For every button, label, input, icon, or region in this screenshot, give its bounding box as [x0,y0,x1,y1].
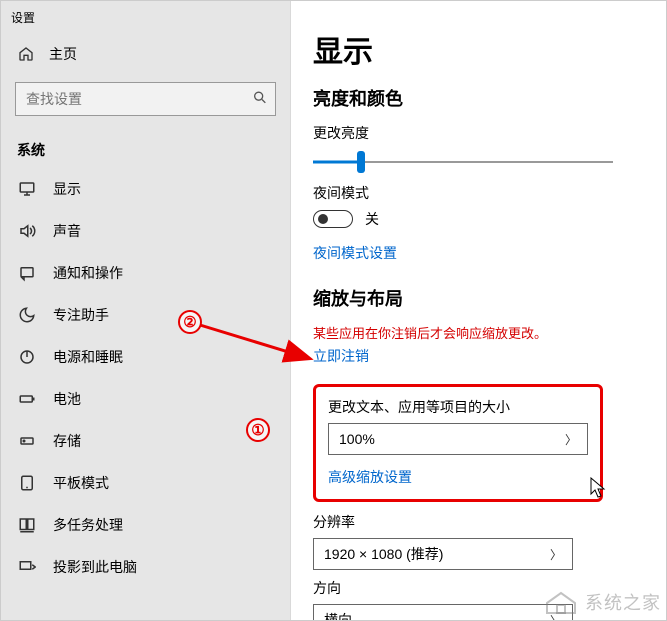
advanced-scale-link[interactable]: 高级缩放设置 [328,467,412,487]
sidebar-item-project[interactable]: 投影到此电脑 [1,546,290,588]
multitask-icon [17,516,37,534]
orientation-label: 方向 [313,578,644,598]
moon-icon [17,306,37,324]
window-title: 设置 [1,5,290,34]
sidebar-item-battery[interactable]: 电池 [1,378,290,420]
home-icon [17,46,35,62]
sidebar-item-tablet[interactable]: 平板模式 [1,462,290,504]
scale-warning-text: 某些应用在你注销后才会响应缩放更改。 [313,323,644,342]
sidebar-item-power[interactable]: 电源和睡眠 [1,336,290,378]
logout-link[interactable]: 立即注销 [313,346,369,366]
scale-label: 更改文本、应用等项目的大小 [328,397,588,417]
chevron-down-icon: 〉 [550,612,562,621]
monitor-icon [17,180,37,198]
sidebar-item-label: 声音 [53,221,81,241]
scale-value: 100% [339,431,375,447]
toggle-knob [318,214,328,224]
storage-icon [17,432,37,450]
sidebar-item-label: 存储 [53,431,81,451]
sidebar-item-multitask[interactable]: 多任务处理 [1,504,290,546]
brightness-section-title: 亮度和颜色 [313,85,644,111]
night-mode-toggle[interactable] [313,210,353,228]
sidebar-item-display[interactable]: 显示 [1,168,290,210]
slider-fill [313,161,361,164]
sidebar-item-label: 专注助手 [53,305,109,325]
slider-thumb[interactable] [357,151,365,173]
sidebar-item-label: 平板模式 [53,473,109,493]
main-content: 显示 亮度和颜色 更改亮度 夜间模式 关 夜间模式设置 缩放与布局 某些应用在你… [291,1,666,620]
sound-icon [17,222,37,240]
night-mode-state: 关 [365,209,379,229]
search-wrap [15,82,276,116]
resolution-value: 1920 × 1080 (推荐) [324,544,443,564]
home-nav[interactable]: 主页 [1,34,290,74]
sidebar-item-focus[interactable]: 专注助手 [1,294,290,336]
brightness-label: 更改亮度 [313,123,644,143]
brightness-slider[interactable] [313,149,613,175]
project-icon [17,558,37,576]
tablet-icon [17,474,37,492]
notification-icon [17,264,37,282]
orientation-value: 横向 [324,610,352,620]
chevron-down-icon: 〉 [565,431,577,448]
night-mode-settings-link[interactable]: 夜间模式设置 [313,243,397,263]
sidebar-item-label: 多任务处理 [53,515,123,535]
scale-highlight-box: 更改文本、应用等项目的大小 100% 〉 高级缩放设置 [313,384,603,502]
sidebar-item-label: 电池 [53,389,81,409]
sidebar-item-sound[interactable]: 声音 [1,210,290,252]
home-label: 主页 [49,44,77,64]
sidebar-item-notifications[interactable]: 通知和操作 [1,252,290,294]
sidebar-item-label: 显示 [53,179,81,199]
resolution-select[interactable]: 1920 × 1080 (推荐) 〉 [313,538,573,570]
power-icon [17,348,37,366]
sidebar: 设置 主页 系统 显示 声音 [1,1,291,620]
orientation-select[interactable]: 横向 〉 [313,604,573,620]
scale-select[interactable]: 100% 〉 [328,423,588,455]
resolution-label: 分辨率 [313,512,644,532]
chevron-down-icon: 〉 [550,546,562,563]
night-mode-label: 夜间模式 [313,183,644,203]
sidebar-section-head: 系统 [1,126,290,168]
sidebar-item-label: 通知和操作 [53,263,123,283]
sidebar-item-label: 电源和睡眠 [53,347,123,367]
search-input[interactable] [15,82,276,116]
sidebar-item-label: 投影到此电脑 [53,557,137,577]
sidebar-item-storage[interactable]: 存储 [1,420,290,462]
page-title: 显示 [313,27,644,71]
battery-icon [17,390,37,408]
scale-section-title: 缩放与布局 [313,285,644,311]
